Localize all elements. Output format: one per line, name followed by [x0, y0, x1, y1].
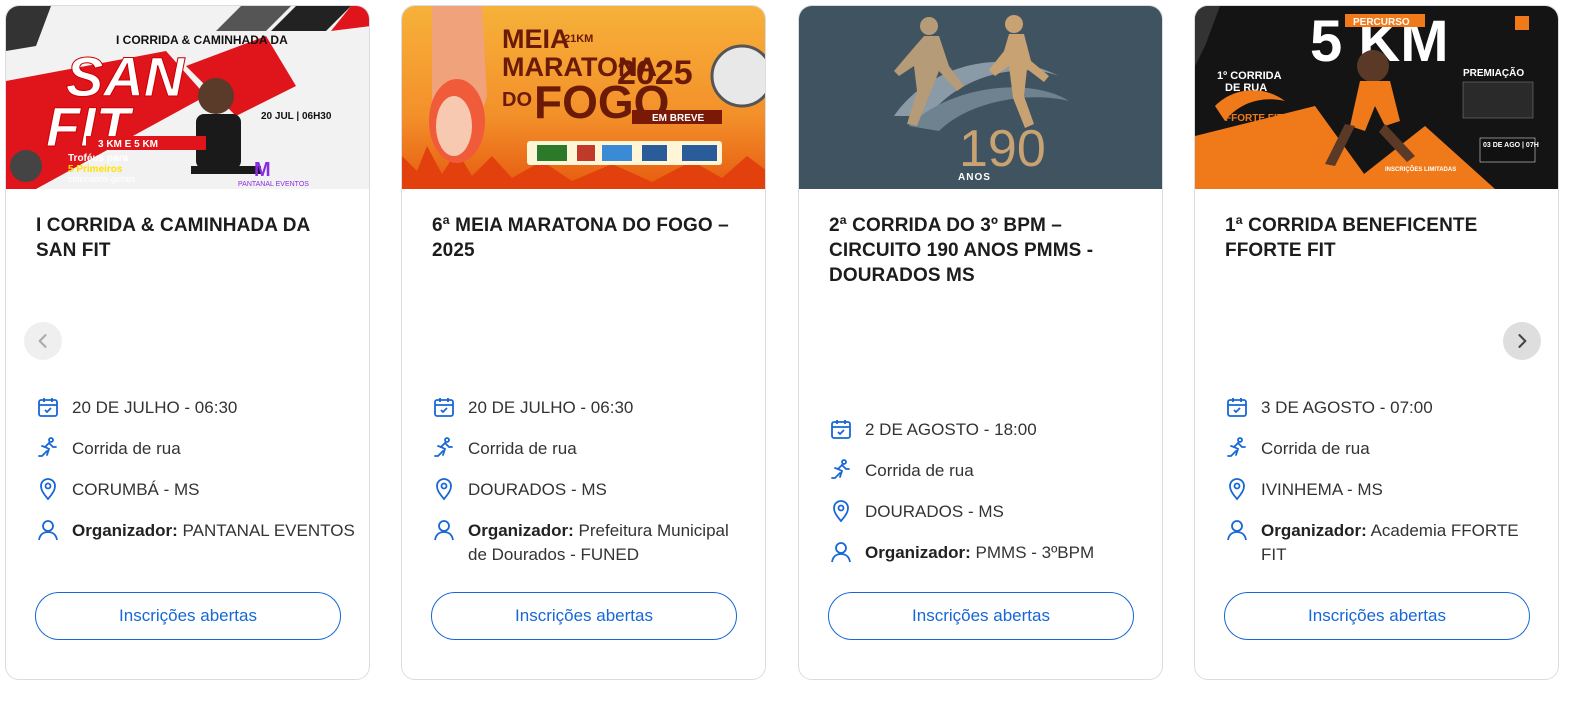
user-icon: [1227, 520, 1247, 541]
runner-icon: [831, 459, 850, 479]
runner-icon: [1227, 437, 1246, 457]
event-type: Corrida de rua: [72, 439, 181, 458]
event-title[interactable]: 1ª CORRIDA BENEFICENTE FFORTE FIT: [1225, 213, 1535, 263]
event-type-row: Corrida de rua: [1225, 437, 1545, 461]
event-date-row: 2 DE AGOSTO - 18:00: [829, 418, 1149, 442]
registration-open-button[interactable]: Inscrições abertas: [1224, 592, 1530, 640]
svg-text:Troféus para: Troféus para: [68, 153, 128, 164]
event-title[interactable]: I CORRIDA & CAMINHADA DA SAN FIT: [36, 213, 346, 263]
event-type-row: Corrida de rua: [829, 459, 1149, 483]
carousel-prev-button[interactable]: [24, 322, 62, 360]
event-banner-image[interactable]: I CORRIDA & CAMINHADA DA SAN FIT 20 JUL …: [6, 6, 369, 189]
event-banner-image[interactable]: 5 KM PERCURSO 1º CORRIDA DE RUA FFORTE F…: [1195, 6, 1558, 189]
event-location: CORUMBÁ - MS: [72, 480, 200, 499]
svg-text:190: 190: [959, 120, 1046, 178]
event-location: DOURADOS - MS: [468, 480, 607, 499]
location-pin-icon: [833, 500, 849, 523]
calendar-check-icon: [1227, 398, 1247, 417]
event-organizer-row: Organizador: PANTANAL EVENTOS: [36, 519, 356, 543]
event-organizer-row: Organizador: Prefeitura Municipal de Dou…: [432, 519, 752, 567]
svg-text:20 JUL | 06H30: 20 JUL | 06H30: [261, 111, 332, 122]
event-title[interactable]: 6ª MEIA MARATONA DO FOGO – 2025: [432, 213, 742, 263]
svg-text:3 KM E 5 KM: 3 KM E 5 KM: [98, 139, 158, 150]
events-carousel: I CORRIDA & CAMINHADA DA SAN FIT 20 JUL …: [0, 0, 1596, 701]
event-info: 3 DE AGOSTO - 07:00 Corrida de rua IVINH…: [1225, 396, 1545, 584]
event-card[interactable]: MEIA 21KM MARATONA DO FOGO 2025 EM BREVE…: [401, 5, 766, 680]
event-location-row: DOURADOS - MS: [829, 500, 1149, 524]
event-date: 2 DE AGOSTO - 18:00: [865, 420, 1037, 439]
event-organizer: PANTANAL EVENTOS: [182, 521, 355, 540]
event-banner-image[interactable]: 190 ANOS: [799, 6, 1162, 189]
organizer-label: Organizador:: [865, 543, 971, 562]
svg-text:EM BREVE: EM BREVE: [652, 113, 705, 124]
event-location: DOURADOS - MS: [865, 502, 1004, 521]
event-type: Corrida de rua: [1261, 439, 1370, 458]
registration-open-button[interactable]: Inscrições abertas: [35, 592, 341, 640]
location-pin-icon: [436, 478, 452, 501]
event-info: 2 DE AGOSTO - 18:00 Corrida de rua DOURA…: [829, 418, 1149, 582]
event-date: 3 DE AGOSTO - 07:00: [1261, 398, 1433, 417]
registration-open-button[interactable]: Inscrições abertas: [828, 592, 1134, 640]
svg-text:1º CORRIDA: 1º CORRIDA: [1217, 70, 1282, 82]
event-banner-image[interactable]: MEIA 21KM MARATONA DO FOGO 2025 EM BREVE: [402, 6, 765, 189]
svg-text:21KM: 21KM: [564, 33, 593, 45]
event-organizer: PMMS - 3ºBPM: [975, 543, 1095, 562]
event-info: 20 DE JULHO - 06:30 Corrida de rua CORUM…: [36, 396, 356, 560]
svg-text:INSCRIÇÕES LIMITADAS: INSCRIÇÕES LIMITADAS: [1385, 166, 1456, 173]
organizer-label: Organizador:: [72, 521, 178, 540]
svg-text:PERCURSO: PERCURSO: [1353, 17, 1410, 28]
registration-open-button[interactable]: Inscrições abertas: [431, 592, 737, 640]
svg-text:DO: DO: [502, 89, 532, 111]
event-date: 20 DE JULHO - 06:30: [72, 398, 238, 417]
event-date-row: 20 DE JULHO - 06:30: [36, 396, 356, 420]
user-icon: [434, 520, 454, 541]
svg-text:M: M: [254, 159, 271, 181]
svg-text:FFORTE FIT: FFORTE FIT: [1225, 113, 1283, 124]
svg-text:colocados gerais.: colocados gerais.: [68, 174, 138, 184]
organizer-label: Organizador:: [1261, 521, 1367, 540]
event-card[interactable]: 190 ANOS 2ª CORRIDA DO 3º BPM – CIRCUITO…: [798, 5, 1163, 680]
event-organizer-row: Organizador: Academia FFORTE FIT: [1225, 519, 1545, 567]
location-pin-icon: [1229, 478, 1245, 501]
chevron-right-icon: [1518, 334, 1527, 348]
event-date: 20 DE JULHO - 06:30: [468, 398, 634, 417]
runner-icon: [38, 437, 57, 457]
event-type: Corrida de rua: [865, 461, 974, 480]
event-organizer-row: Organizador: PMMS - 3ºBPM: [829, 541, 1149, 565]
event-type-row: Corrida de rua: [36, 437, 356, 461]
event-date-row: 20 DE JULHO - 06:30: [432, 396, 752, 420]
svg-text:PREMIAÇÃO: PREMIAÇÃO: [1463, 66, 1524, 79]
carousel-next-button[interactable]: [1503, 322, 1541, 360]
calendar-check-icon: [831, 420, 851, 439]
runner-icon: [434, 437, 453, 457]
svg-text:ANOS: ANOS: [958, 172, 991, 183]
event-title[interactable]: 2ª CORRIDA DO 3º BPM – CIRCUITO 190 ANOS…: [829, 213, 1139, 288]
event-date-row: 3 DE AGOSTO - 07:00: [1225, 396, 1545, 420]
calendar-check-icon: [38, 398, 58, 417]
event-location: IVINHEMA - MS: [1261, 480, 1383, 499]
chevron-left-icon: [38, 334, 47, 348]
event-type-row: Corrida de rua: [432, 437, 752, 461]
svg-text:2025: 2025: [617, 54, 693, 92]
user-icon: [38, 520, 58, 541]
organizer-label: Organizador:: [468, 521, 574, 540]
calendar-check-icon: [434, 398, 454, 417]
user-icon: [831, 542, 851, 563]
event-location-row: IVINHEMA - MS: [1225, 478, 1545, 502]
event-type: Corrida de rua: [468, 439, 577, 458]
event-location-row: CORUMBÁ - MS: [36, 478, 356, 502]
event-location-row: DOURADOS - MS: [432, 478, 752, 502]
svg-text:MEIA: MEIA: [502, 24, 570, 54]
svg-text:PANTANAL EVENTOS: PANTANAL EVENTOS: [238, 181, 309, 188]
svg-text:03 DE AGO | 07H: 03 DE AGO | 07H: [1483, 142, 1539, 149]
location-pin-icon: [40, 478, 56, 501]
event-info: 20 DE JULHO - 06:30 Corrida de rua DOURA…: [432, 396, 752, 584]
